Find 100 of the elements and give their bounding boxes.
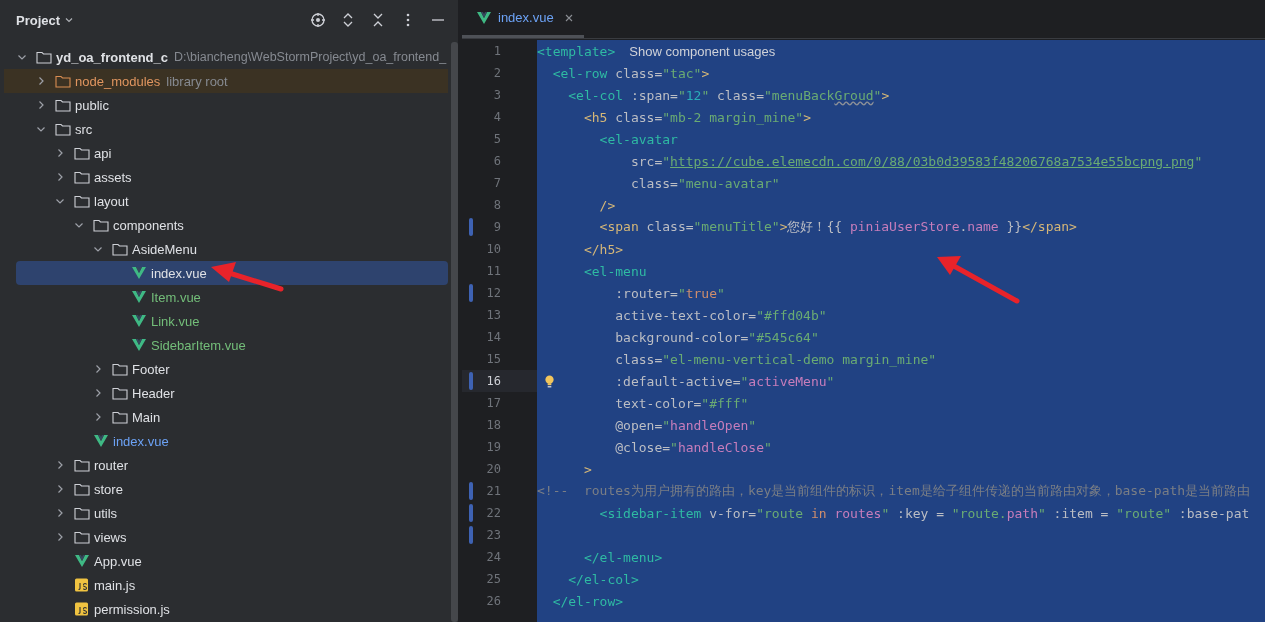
code-line: <sidebar-item v-for="route in routes" :key = "route.path" :item = "route" :base-pat <box>599 505 1250 521</box>
tree-item[interactable]: Item.vue <box>0 285 448 309</box>
file-name[interactable]: App.vue <box>94 553 142 569</box>
chevron-down-icon[interactable] <box>64 15 75 25</box>
file-name[interactable]: Main <box>132 409 161 425</box>
editor-tab[interactable]: index.vue <box>462 0 584 38</box>
chevron-down-icon[interactable] <box>36 124 46 134</box>
file-name[interactable]: index.vue <box>113 433 169 449</box>
file-name[interactable]: permission.js <box>94 601 170 617</box>
file-name[interactable]: Header <box>132 385 175 401</box>
line-number: 21 <box>485 484 501 498</box>
tree-item[interactable]: AsideMenu <box>0 237 448 261</box>
chevron-right-icon[interactable] <box>55 484 65 494</box>
chevron-down-icon[interactable] <box>74 220 84 230</box>
tree-item[interactable]: utils <box>0 501 448 525</box>
chevron-right-icon[interactable] <box>55 532 65 542</box>
tree-item[interactable]: Footer <box>0 357 448 381</box>
crosshair-icon[interactable] <box>310 12 326 28</box>
tree-item[interactable]: public <box>0 93 448 117</box>
line-number: 24 <box>485 550 501 564</box>
code-line: <el-menu <box>583 263 647 279</box>
file-name[interactable]: public <box>75 97 109 113</box>
change-marker[interactable] <box>469 284 473 302</box>
line-number: 8 <box>492 198 501 212</box>
file-name[interactable]: assets <box>94 169 132 185</box>
file-name[interactable]: AsideMenu <box>132 241 198 257</box>
tree-item[interactable]: main.js <box>0 573 448 597</box>
line-number: 7 <box>492 176 501 190</box>
tree-item[interactable]: Main <box>0 405 448 429</box>
chevron-right-icon[interactable] <box>93 388 103 398</box>
change-marker[interactable] <box>469 482 473 500</box>
file-name[interactable]: router <box>94 457 128 473</box>
file-name[interactable]: views <box>94 529 127 545</box>
file-name[interactable]: main.js <box>94 577 136 593</box>
folder-icon <box>74 458 90 472</box>
file-name[interactable]: layout <box>94 193 129 209</box>
file-name[interactable]: Item.vue <box>151 289 201 305</box>
tree-item[interactable]: api <box>0 141 448 165</box>
tree-item[interactable]: src <box>0 117 448 141</box>
scrollbar[interactable] <box>451 42 458 622</box>
file-name[interactable]: utils <box>94 505 118 521</box>
code-line: <!-- routes为用户拥有的路由，key是当前组件的标识，item是给子组件传递的当前路由对象，base-path是当前路由 <box>537 482 1251 500</box>
chevron-down-icon[interactable] <box>93 244 103 254</box>
code-line: :router="true" <box>615 285 725 301</box>
chevron-right-icon[interactable] <box>55 172 65 182</box>
file-name[interactable]: yd_oa_frontend_c <box>56 49 168 65</box>
file-name[interactable]: index.vue <box>151 265 207 281</box>
folder-icon <box>74 506 90 520</box>
folder-icon <box>112 410 128 424</box>
tree-item[interactable]: index.vue <box>16 261 448 285</box>
tree-item[interactable]: index.vue <box>0 429 448 453</box>
file-name[interactable]: components <box>113 217 184 233</box>
inlay-hint[interactable]: Show component usages <box>629 43 776 59</box>
line-number: 18 <box>485 418 501 432</box>
chevron-right-icon[interactable] <box>55 460 65 470</box>
tree-item[interactable]: App.vue <box>0 549 448 573</box>
file-name[interactable]: SidebarItem.vue <box>151 337 246 353</box>
tree-item[interactable]: components <box>0 213 448 237</box>
line-number: 5 <box>492 132 501 146</box>
line-number: 22 <box>485 506 501 520</box>
folder-note: library root <box>166 73 228 89</box>
tree-item[interactable]: SidebarItem.vue <box>0 333 448 357</box>
change-marker[interactable] <box>469 526 473 544</box>
tree-item[interactable]: layout <box>0 189 448 213</box>
tree-item[interactable]: assets <box>0 165 448 189</box>
file-name[interactable]: src <box>75 121 93 137</box>
chevron-down-icon[interactable] <box>55 196 65 206</box>
code-line: active-text-color="#ffd04b" <box>615 307 827 323</box>
line-number: 16 <box>485 374 501 388</box>
tree-item[interactable]: views <box>0 525 448 549</box>
line-number: 19 <box>485 440 501 454</box>
tree-item[interactable]: router <box>0 453 448 477</box>
file-name[interactable]: store <box>94 481 123 497</box>
close-icon[interactable] <box>563 12 574 23</box>
chevron-right-icon[interactable] <box>36 76 46 86</box>
code-line: <el-row class="tac"> <box>552 65 710 81</box>
tree-item[interactable]: yd_oa_frontend_c D:\biancheng\WebStormProject\yd_oa_frontend_ <box>0 45 448 69</box>
line-number: 20 <box>485 462 501 476</box>
tree-item[interactable]: store <box>0 477 448 501</box>
chevron-right-icon[interactable] <box>55 148 65 158</box>
tree-item[interactable]: Header <box>0 381 448 405</box>
tree-item[interactable]: permission.js <box>0 597 448 621</box>
chevron-right-icon[interactable] <box>93 364 103 374</box>
panel-title[interactable]: Project <box>16 12 61 28</box>
change-marker[interactable] <box>469 218 473 236</box>
chevron-right-icon[interactable] <box>93 412 103 422</box>
tree-item[interactable]: node_modules library root <box>4 69 448 93</box>
change-marker[interactable] <box>469 504 473 522</box>
tree-item[interactable]: Link.vue <box>0 309 448 333</box>
code-line: </el-row> <box>552 593 624 609</box>
chevron-right-icon[interactable] <box>55 508 65 518</box>
file-name[interactable]: Link.vue <box>151 313 200 329</box>
file-name[interactable]: node_modules <box>75 73 161 89</box>
line-number: 23 <box>485 528 501 542</box>
file-name[interactable]: api <box>94 145 112 161</box>
line-number: 15 <box>485 352 501 366</box>
chevron-down-icon[interactable] <box>17 52 27 62</box>
chevron-right-icon[interactable] <box>36 100 46 110</box>
change-marker[interactable] <box>469 372 473 390</box>
file-name[interactable]: Footer <box>132 361 170 377</box>
